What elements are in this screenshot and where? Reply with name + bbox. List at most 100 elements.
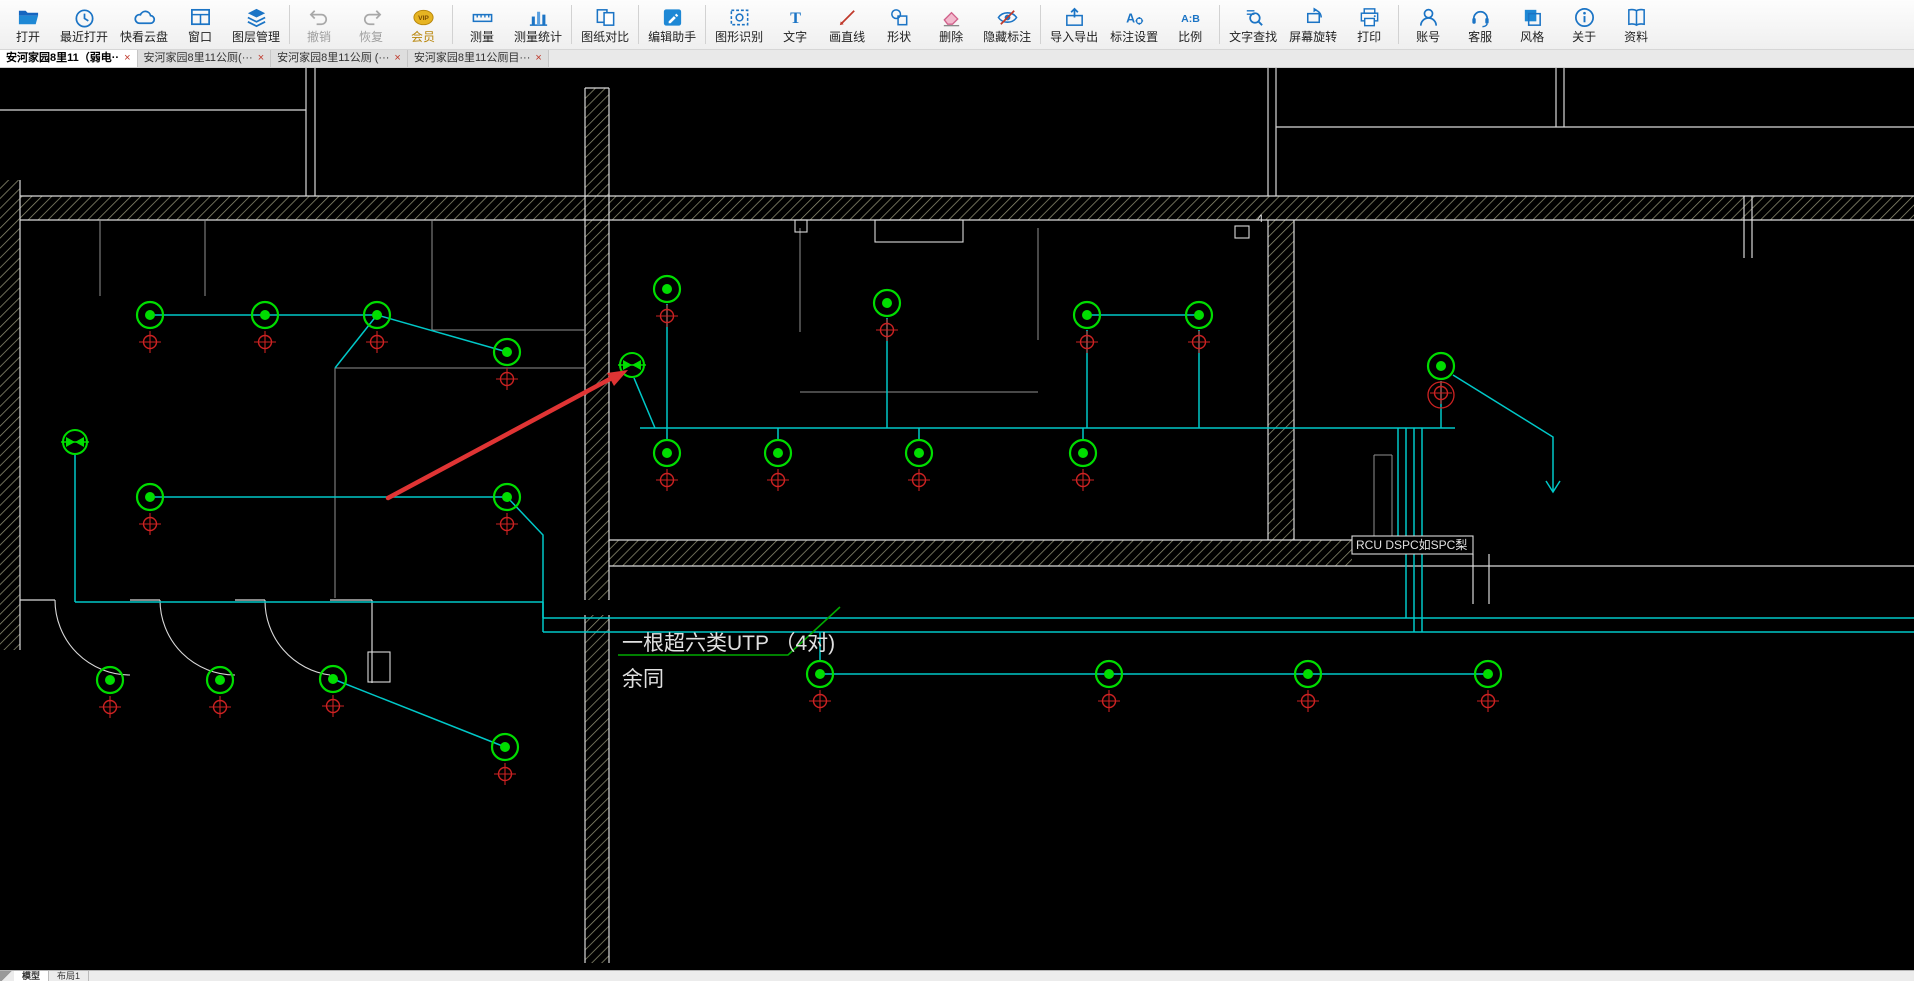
toolbar-window-button[interactable]: 窗口 <box>174 0 226 49</box>
toolbar-about-button[interactable]: 关于 <box>1558 0 1610 49</box>
annotation-arrow-head <box>607 370 628 386</box>
style-icon <box>1521 6 1544 29</box>
open-icon <box>17 6 40 29</box>
door-arc <box>264 599 331 676</box>
device-symbol[interactable] <box>205 665 235 695</box>
device-symbol[interactable] <box>652 438 682 468</box>
vip-icon <box>412 6 435 29</box>
device-symbol[interactable] <box>763 438 793 468</box>
target-marker <box>876 319 898 341</box>
wire-polyline <box>332 678 506 748</box>
sheet-tabs: 模型 布局1 <box>14 971 90 981</box>
target-marker <box>809 690 831 712</box>
toolbar-import-export-button[interactable]: 导入导出 <box>1044 0 1104 49</box>
toolbar-draw-line-button[interactable]: 画直线 <box>821 0 873 49</box>
tab-close-icon[interactable]: × <box>394 50 400 67</box>
device-symbol[interactable] <box>95 665 125 695</box>
drawing-tab-1[interactable]: 安河家园8里11公厕(··· × <box>137 50 272 67</box>
toolbar-label: 客服 <box>1468 30 1493 44</box>
column-outline <box>794 219 808 233</box>
sheet-tab-1[interactable]: 布局1 <box>49 971 90 981</box>
toolbar-screen-rotate-button[interactable]: 屏幕旋转 <box>1283 0 1343 49</box>
cad-canvas[interactable]: 一根超六类UTP （4对) 余同 4 RCU DSPC如SPC梨 <box>0 68 1914 970</box>
target-marker <box>322 695 344 717</box>
line-icon <box>836 6 859 29</box>
device-symbol[interactable] <box>318 664 348 694</box>
target-marker <box>496 368 518 390</box>
toolbar-label: 测量统计 <box>514 30 563 44</box>
device-symbol[interactable] <box>490 732 520 762</box>
app-window: VIP <box>0 0 1914 981</box>
toolbar-recent-open-button[interactable]: 最近打开 <box>54 0 114 49</box>
device-symbol[interactable] <box>1426 351 1456 381</box>
tab-close-icon[interactable]: × <box>258 50 264 67</box>
toolbar-service-button[interactable]: 客服 <box>1454 0 1506 49</box>
toolbar-drawing-compare-button[interactable]: 图纸对比 <box>575 0 635 49</box>
toolbar-label: 图纸对比 <box>581 30 630 44</box>
tab-close-icon[interactable]: × <box>124 50 130 67</box>
toolbar-shape-recognition-button[interactable]: 图形识别 <box>709 0 769 49</box>
toolbar-label: 资料 <box>1624 30 1649 44</box>
wall-hatch <box>609 540 1352 566</box>
door-arc <box>159 599 236 676</box>
device-symbol[interactable] <box>872 288 902 318</box>
toolbar-account-button[interactable]: 账号 <box>1402 0 1454 49</box>
toolbar-label: 图形识别 <box>715 30 764 44</box>
drawing-tab-2[interactable]: 安河家园8里11公厕 (··· × <box>271 50 408 67</box>
toolbar-delete-button[interactable]: 删除 <box>925 0 977 49</box>
toolbar-separator <box>638 5 640 44</box>
rotate-icon <box>1302 6 1325 29</box>
toolbar-undo-button: 撤销 <box>293 0 345 49</box>
toolbar-scale-button[interactable]: 比例 <box>1164 0 1216 49</box>
drawing-tab-label: 安河家园8里11公厕目··· <box>413 52 531 64</box>
splice-symbol[interactable] <box>61 429 89 455</box>
toolbar-open-button[interactable]: 打开 <box>2 0 54 49</box>
target-marker <box>139 513 161 535</box>
device-symbol[interactable] <box>904 438 934 468</box>
toolbar-cloud-disk-button[interactable]: 快看云盘 <box>114 0 174 49</box>
toolbar-style-button[interactable]: 风格 <box>1506 0 1558 49</box>
cad-text-label: 一根超六类UTP （4对) <box>622 632 835 655</box>
toolbar-text-search-button[interactable]: 文字查找 <box>1223 0 1283 49</box>
target-marker <box>908 469 930 491</box>
toolbar-measure-button[interactable]: 测量 <box>456 0 508 49</box>
toolbar-separator <box>705 5 707 44</box>
cad-drawing[interactable]: 一根超六类UTP （4对) 余同 4 RCU DSPC如SPC梨 <box>0 68 1914 970</box>
drawing-tab-label: 安河家园8里11公厕 (··· <box>277 52 390 64</box>
toolbar-label: 文字 <box>783 30 808 44</box>
account-icon <box>1417 6 1440 29</box>
toolbar-text-button[interactable]: 文字 <box>769 0 821 49</box>
device-symbol[interactable] <box>492 337 522 367</box>
toolbar-label: 导入导出 <box>1050 30 1099 44</box>
target-marker <box>254 331 276 353</box>
toolbar-label: 恢复 <box>359 30 384 44</box>
toolbar-shapes-button[interactable]: 形状 <box>873 0 925 49</box>
toolbar-label: 文字查找 <box>1229 30 1278 44</box>
toolbar-hide-annotations-button[interactable]: 隐藏标注 <box>977 0 1037 49</box>
device-symbol[interactable] <box>1068 438 1098 468</box>
target-marker <box>1072 469 1094 491</box>
drawing-tab-label: 安河家园8里11（弱电·· <box>6 52 120 64</box>
drawing-tab-3[interactable]: 安河家园8里11公厕目··· × <box>407 50 549 67</box>
toolbar-label: 风格 <box>1520 30 1545 44</box>
toolbar-print-button[interactable]: 打印 <box>1343 0 1395 49</box>
toolbar-edit-assistant-button[interactable]: 编辑助手 <box>642 0 702 49</box>
tab-close-icon[interactable]: × <box>535 50 541 67</box>
recent-icon <box>73 6 96 29</box>
text-icon <box>784 6 807 29</box>
sheet-tab-0[interactable]: 模型 <box>14 971 50 981</box>
toolbar-label: 比例 <box>1178 30 1203 44</box>
toolbar-docs-button[interactable]: 资料 <box>1610 0 1662 49</box>
toolbar-annotation-settings-button[interactable]: 标注设置 <box>1104 0 1164 49</box>
toolbar-vip-button[interactable]: 会员 <box>397 0 449 49</box>
device-symbol[interactable] <box>652 274 682 304</box>
ratio-icon <box>1179 6 1202 29</box>
toolbar-measure-stats-button[interactable]: 测量统计 <box>508 0 568 49</box>
assistant-icon <box>661 6 684 29</box>
toolbar-layer-manager-button[interactable]: 图层管理 <box>226 0 286 49</box>
toolbar-label: 删除 <box>939 30 964 44</box>
target-marker <box>656 305 678 327</box>
toolbar-label: 撤销 <box>307 30 332 44</box>
drawing-tab-0[interactable]: 安河家园8里11（弱电·· × <box>0 50 138 67</box>
target-marker <box>209 696 231 718</box>
